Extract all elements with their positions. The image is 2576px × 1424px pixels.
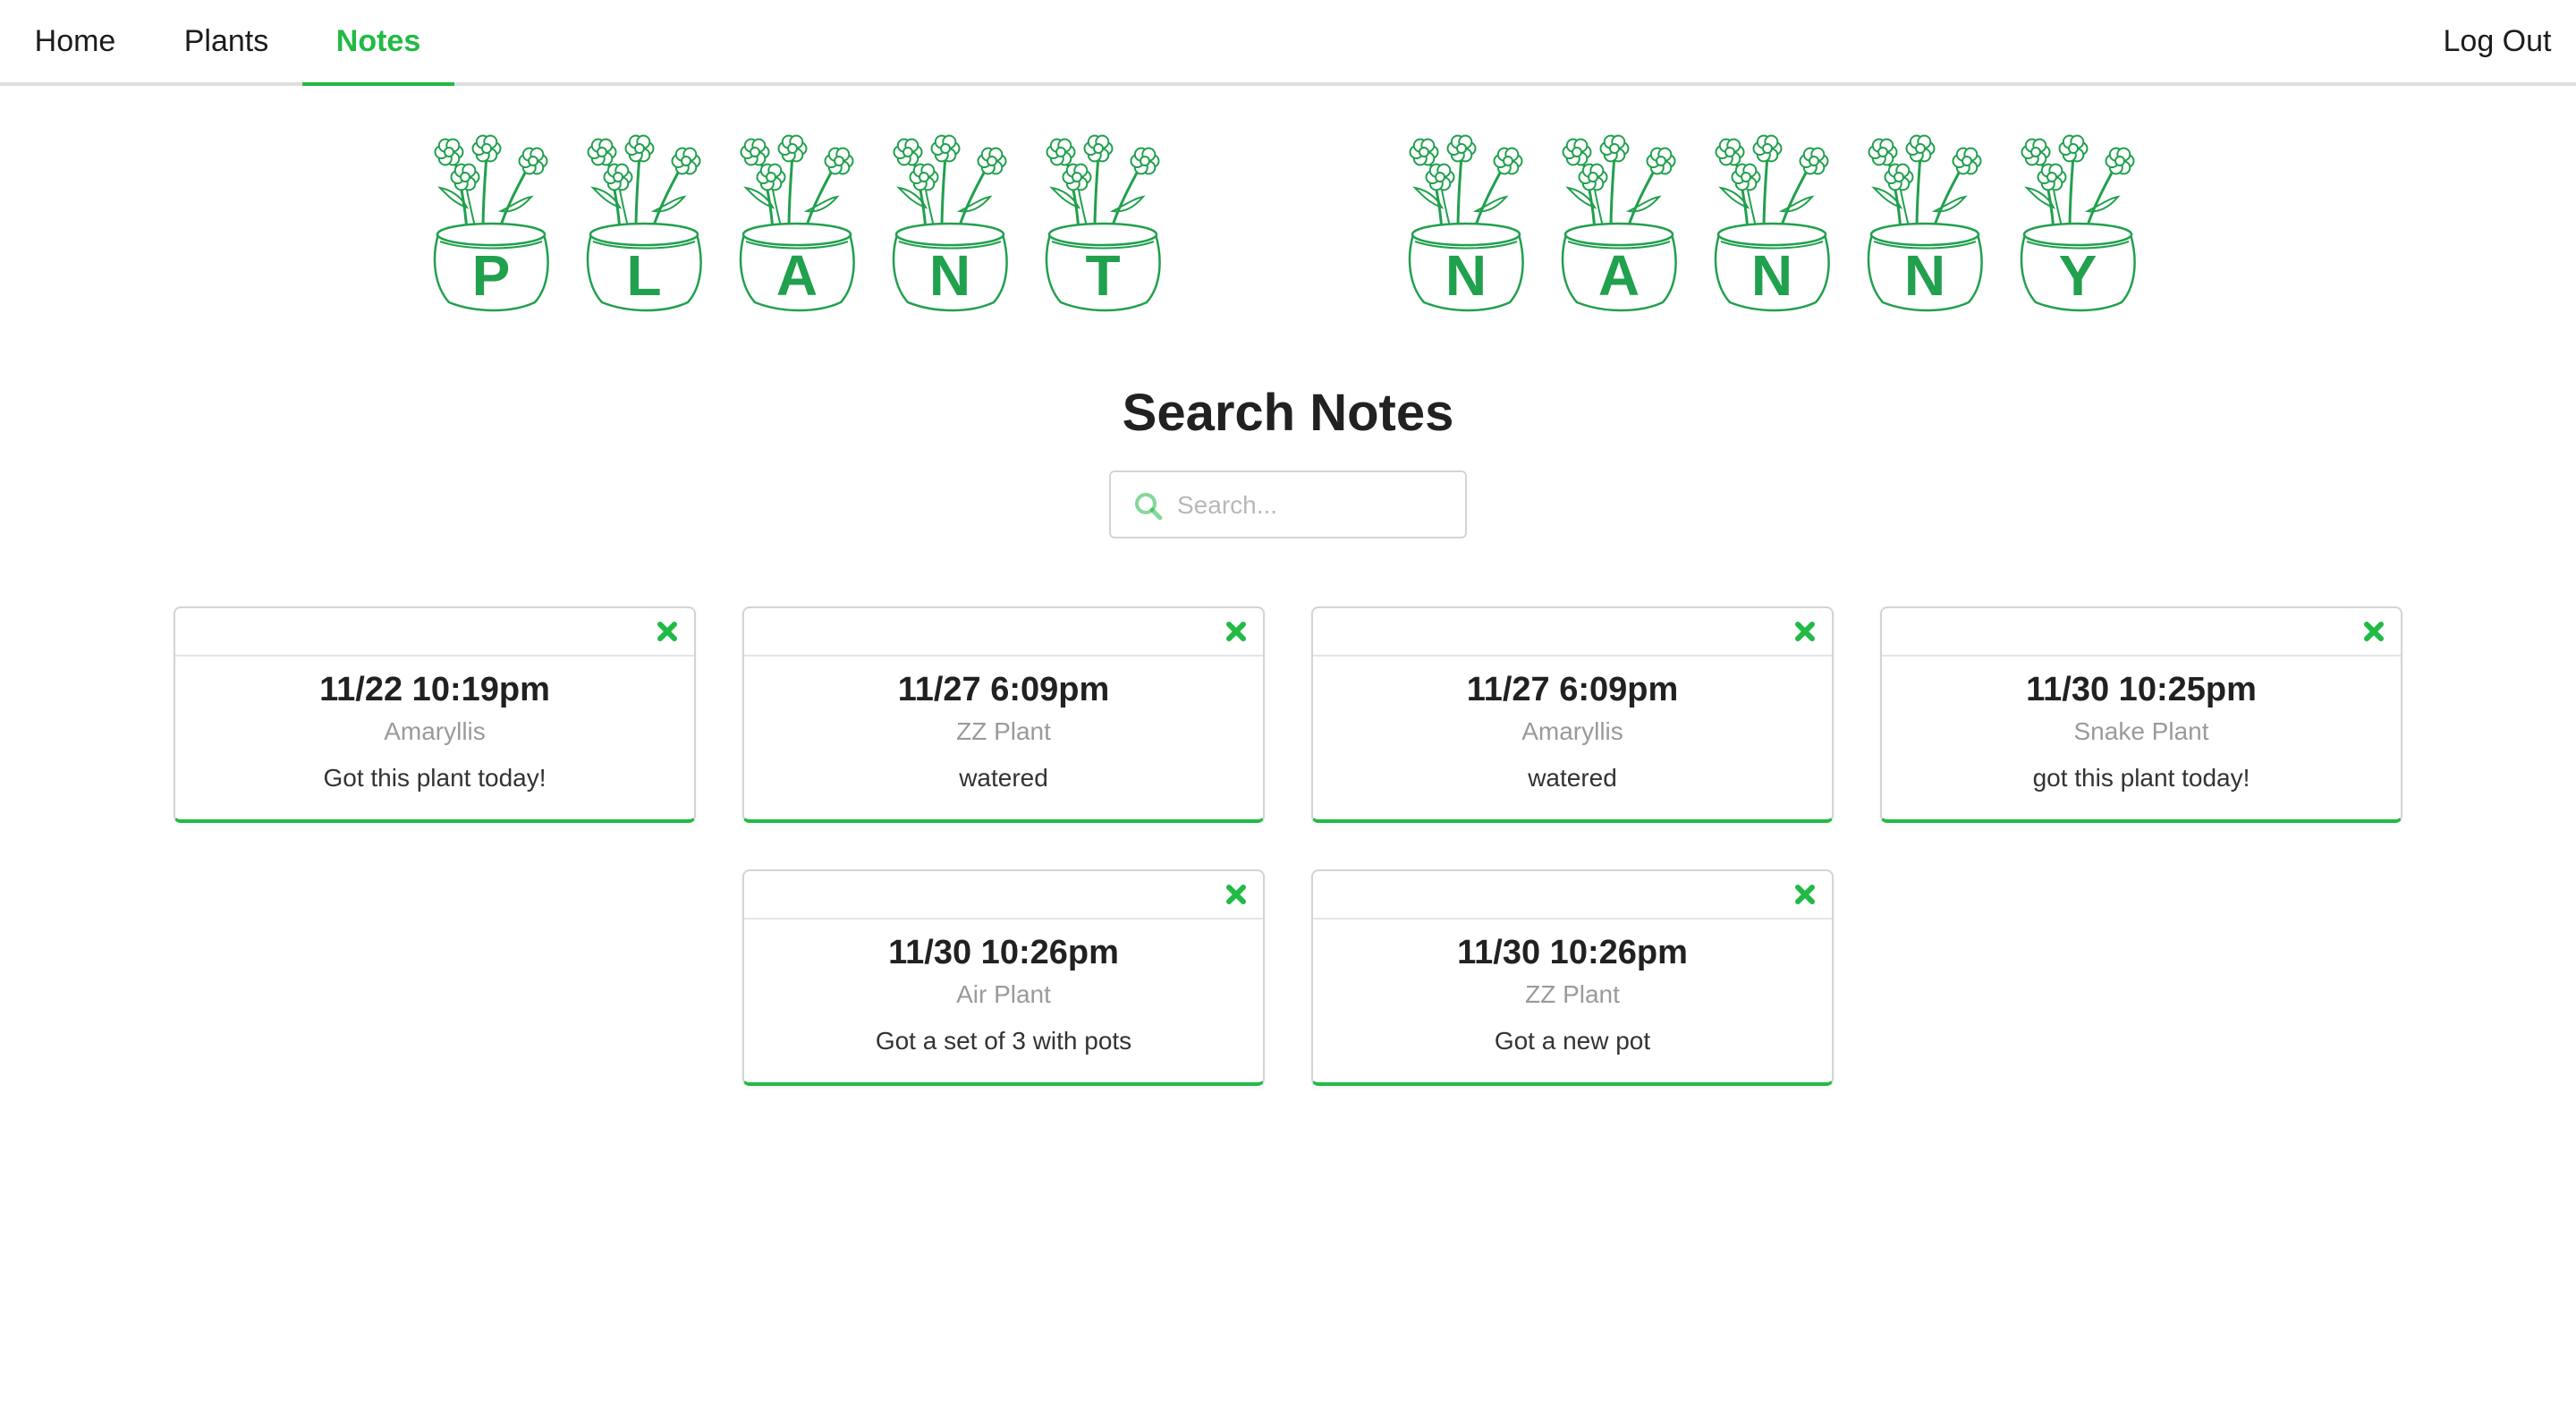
note-card: 11/30 10:25pm Snake Plant got this plant t… xyxy=(1880,606,2402,823)
flower-pot-icon: N xyxy=(1388,125,1540,313)
flower-pot-icon: L xyxy=(566,125,718,313)
flower-pot-icon: T xyxy=(1025,125,1177,313)
note-card: 11/27 6:09pm Amaryllis watered xyxy=(1311,606,1834,823)
flower-pot-icon: N xyxy=(1847,125,1999,313)
note-timestamp: 11/30 10:25pm xyxy=(2026,671,2257,708)
search-box xyxy=(1109,470,1467,538)
note-card: 11/30 10:26pm ZZ Plant Got a new pot xyxy=(1311,869,1834,1086)
card-header xyxy=(1882,608,2401,657)
close-icon[interactable] xyxy=(1792,882,1818,907)
flower-pot-icon: A xyxy=(719,125,871,313)
card-header xyxy=(1313,871,1832,920)
plant-nanny-banner: PLANTNANNY xyxy=(0,125,2576,313)
note-card: 11/30 10:26pm Air Plant Got a set of 3 wit… xyxy=(742,869,1265,1086)
note-plant-name: Amaryllis xyxy=(1521,717,1623,745)
note-text: Got a new pot xyxy=(1494,1027,1651,1055)
banner-letter: A xyxy=(776,243,818,308)
note-plant-name: Amaryllis xyxy=(384,717,486,745)
banner-letter: L xyxy=(626,243,661,308)
note-text: Got this plant today! xyxy=(323,764,547,792)
card-header xyxy=(175,608,694,657)
note-timestamp: 11/22 10:19pm xyxy=(319,671,550,708)
banner-letter: N xyxy=(1751,243,1792,308)
note-text: got this plant today! xyxy=(2032,764,2250,792)
top-menu: Home Plants Notes Log Out xyxy=(0,0,2576,86)
note-plant-name: Snake Plant xyxy=(2073,717,2209,745)
close-icon[interactable] xyxy=(1224,619,1249,644)
banner-letter: Y xyxy=(2059,243,2097,308)
note-plant-name: ZZ Plant xyxy=(956,717,1051,745)
flower-pot-icon: A xyxy=(1541,125,1693,313)
banner-letter: T xyxy=(1085,243,1120,308)
banner-letter: N xyxy=(1904,243,1945,308)
flower-pot-icon: N xyxy=(1694,125,1846,313)
banner-letter: N xyxy=(1445,243,1487,308)
card-header xyxy=(744,608,1263,657)
note-text: watered xyxy=(959,764,1048,792)
flower-pot-icon: N xyxy=(872,125,1024,313)
note-plant-name: Air Plant xyxy=(956,980,1051,1008)
nav-plants[interactable]: Plants xyxy=(150,0,302,86)
nav-notes[interactable]: Notes xyxy=(302,0,454,86)
note-text: watered xyxy=(1528,764,1617,792)
page-title: Search Notes xyxy=(1122,384,1454,442)
close-icon[interactable] xyxy=(1792,619,1818,644)
note-timestamp: 11/27 6:09pm xyxy=(897,671,1110,708)
close-icon[interactable] xyxy=(655,619,680,644)
nav-home[interactable]: Home xyxy=(0,0,150,86)
search-icon xyxy=(1135,493,1163,521)
banner-letter: P xyxy=(472,243,511,308)
note-plant-name: ZZ Plant xyxy=(1525,980,1620,1008)
card-header xyxy=(1313,608,1832,657)
log-out-link[interactable]: Log Out xyxy=(2419,0,2576,86)
note-timestamp: 11/30 10:26pm xyxy=(888,934,1119,971)
close-icon[interactable] xyxy=(1224,882,1249,907)
note-text: Got a set of 3 with pots xyxy=(875,1027,1132,1055)
card-header xyxy=(744,871,1263,920)
note-timestamp: 11/27 6:09pm xyxy=(1466,671,1679,708)
note-card: 11/27 6:09pm ZZ Plant watered xyxy=(742,606,1265,823)
banner-letter: A xyxy=(1598,243,1640,308)
close-icon[interactable] xyxy=(2361,619,2386,644)
flower-pot-icon: Y xyxy=(2000,125,2152,313)
search-input[interactable] xyxy=(1177,481,1445,530)
note-timestamp: 11/30 10:26pm xyxy=(1457,934,1688,971)
note-card: 11/22 10:19pm Amaryllis Got this plant tod… xyxy=(174,606,696,823)
banner-letter: N xyxy=(929,243,970,308)
flower-pot-icon: P xyxy=(413,125,565,313)
